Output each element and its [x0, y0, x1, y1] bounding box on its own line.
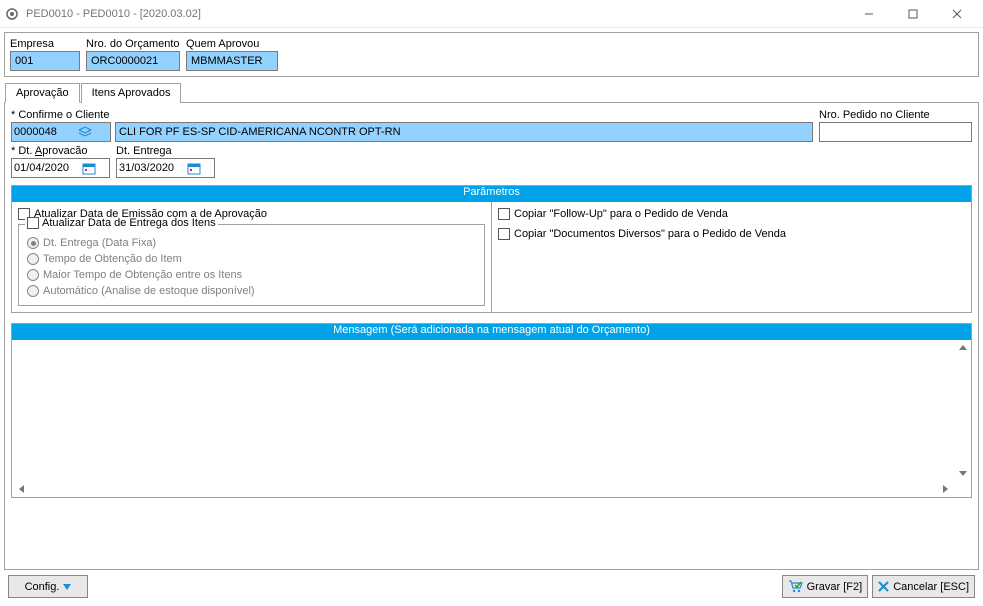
cliente-code-input[interactable]: 0000048 — [11, 122, 111, 142]
checkbox-icon[interactable] — [498, 208, 510, 220]
nro-pedido-cliente-label: Nro. Pedido no Cliente — [819, 109, 972, 121]
dt-entrega-input[interactable]: 31/03/2020 — [116, 158, 215, 178]
nro-orcamento-field: Nro. do Orçamento ORC0000021 — [86, 38, 180, 71]
cancelar-button[interactable]: Cancelar [ESC] — [872, 575, 975, 598]
empresa-label: Empresa — [10, 38, 80, 50]
empresa-value: 001 — [10, 51, 80, 71]
mensagem-header: Mensagem (Será adicionada na mensagem at… — [11, 323, 972, 340]
header-panel: Empresa 001 Nro. do Orçamento ORC0000021… — [4, 32, 979, 77]
tab-bar: Aprovação Itens Aprovados — [4, 83, 979, 103]
nro-orcamento-label: Nro. do Orçamento — [86, 38, 180, 50]
footer: Config. Gravar [F2] Cancelar [ESC] — [4, 570, 979, 602]
quem-aprovou-label: Quem Aprovou — [186, 38, 278, 50]
minimize-button[interactable] — [847, 0, 891, 27]
checkbox-icon[interactable] — [498, 228, 510, 240]
tab-aprovacao[interactable]: Aprovação — [5, 83, 80, 103]
parametros-header: Parâmetros — [11, 185, 972, 202]
chevron-up-icon[interactable] — [955, 340, 970, 355]
app-icon — [4, 6, 20, 22]
empresa-field: Empresa 001 — [10, 38, 80, 71]
parametros-panel: Atualizar Data de Emissão com a de Aprov… — [11, 202, 972, 313]
confirme-cliente-label: * Confirme o Cliente — [11, 109, 813, 121]
close-icon — [878, 581, 889, 592]
radio-icon — [27, 269, 39, 281]
gravar-button[interactable]: Gravar [F2] — [782, 575, 869, 598]
chevron-left-icon[interactable] — [14, 482, 29, 497]
titlebar: PED0010 - PED0010 - [2020.03.02] — [0, 0, 983, 28]
chk-copiar-followup[interactable]: Copiar "Follow-Up" para o Pedido de Vend… — [498, 208, 965, 220]
mensagem-textarea[interactable] — [11, 340, 972, 498]
close-button[interactable] — [935, 0, 979, 27]
radio-tempo-obtencao[interactable]: Tempo de Obtenção do Item — [27, 253, 476, 265]
radio-dt-entrega[interactable]: Dt. Entrega (Data Fixa) — [27, 237, 476, 249]
quem-aprovou-value: MBMMASTER — [186, 51, 278, 71]
window-title: PED0010 - PED0010 - [2020.03.02] — [26, 8, 847, 20]
horizontal-scrollbar[interactable] — [12, 481, 955, 497]
radio-group-legend: Atualizar Data de Entrega dos Itens — [42, 217, 216, 229]
chevron-down-icon — [63, 583, 71, 591]
radio-maior-tempo[interactable]: Maior Tempo de Obtenção entre os Itens — [27, 269, 476, 281]
cart-check-icon — [788, 580, 803, 593]
dt-aprovacao-label: * Dt. Aprovacão — [11, 145, 110, 157]
vertical-scrollbar[interactable] — [955, 340, 971, 481]
tab-content: * Confirme o Cliente 0000048 CLI FOR PF … — [4, 102, 979, 570]
nro-orcamento-value: ORC0000021 — [86, 51, 180, 71]
radio-icon — [27, 253, 39, 265]
radio-icon — [27, 237, 39, 249]
dt-aprovacao-input[interactable]: 01/04/2020 — [11, 158, 110, 178]
quem-aprovou-field: Quem Aprovou MBMMASTER — [186, 38, 278, 71]
tab-itens-aprovados[interactable]: Itens Aprovados — [81, 83, 182, 103]
maximize-button[interactable] — [891, 0, 935, 27]
calendar-icon[interactable] — [69, 159, 109, 177]
checkbox-icon[interactable] — [27, 217, 39, 229]
radio-group-entrega: Atualizar Data de Entrega dos Itens Dt. … — [18, 224, 485, 306]
chevron-right-icon[interactable] — [938, 482, 953, 497]
radio-automatico[interactable]: Automático (Analise de estoque disponíve… — [27, 285, 476, 297]
cliente-desc-input[interactable]: CLI FOR PF ES-SP CID-AMERICANA NCONTR OP… — [115, 122, 813, 142]
dt-entrega-label: Dt. Entrega — [116, 145, 215, 157]
lookup-icon[interactable] — [61, 123, 108, 141]
radio-icon — [27, 285, 39, 297]
chevron-down-icon[interactable] — [955, 466, 970, 481]
nro-pedido-cliente-input[interactable] — [819, 122, 972, 142]
chk-copiar-documentos[interactable]: Copiar "Documentos Diversos" para o Pedi… — [498, 228, 965, 240]
config-button[interactable]: Config. — [8, 575, 88, 598]
calendar-icon[interactable] — [174, 159, 214, 177]
